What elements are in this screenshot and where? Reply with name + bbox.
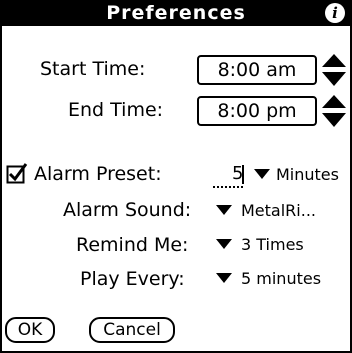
remind-me-label: Remind Me: — [76, 234, 189, 256]
remind-me-dropdown-icon[interactable] — [216, 238, 232, 250]
ok-button[interactable]: OK — [5, 317, 55, 343]
window-title: Preferences — [106, 2, 246, 24]
end-time-field[interactable]: 8:00 pm — [197, 96, 317, 126]
end-time-down-icon[interactable] — [322, 113, 346, 127]
info-icon[interactable]: i — [325, 3, 345, 23]
cancel-button[interactable]: Cancel — [89, 317, 175, 343]
text-cursor — [242, 165, 244, 184]
start-time-stepper[interactable] — [321, 52, 347, 88]
remind-me-value[interactable]: 3 Times — [241, 235, 304, 254]
start-time-label: Start Time: — [40, 58, 146, 80]
play-every-label: Play Every: — [80, 268, 185, 290]
alarm-preset-underline — [213, 186, 243, 188]
alarm-preset-dropdown-icon[interactable] — [254, 168, 270, 180]
alarm-preset-unit[interactable]: Minutes — [276, 165, 339, 184]
end-time-up-icon[interactable] — [322, 95, 346, 108]
end-time-stepper[interactable] — [321, 93, 347, 129]
start-time-down-icon[interactable] — [322, 72, 346, 86]
play-every-dropdown-icon[interactable] — [216, 272, 232, 284]
alarm-sound-dropdown-icon[interactable] — [216, 204, 232, 216]
alarm-sound-value[interactable]: MetalRi... — [241, 201, 316, 220]
title-bar: Preferences i — [2, 0, 350, 26]
alarm-preset-label: Alarm Preset: — [34, 163, 162, 185]
alarm-preset-checkbox[interactable] — [6, 163, 28, 185]
end-time-label: End Time: — [68, 99, 164, 121]
start-time-field[interactable]: 8:00 am — [197, 55, 317, 85]
alarm-sound-label: Alarm Sound: — [63, 199, 192, 221]
play-every-value[interactable]: 5 minutes — [241, 269, 321, 288]
start-time-up-icon[interactable] — [322, 54, 346, 67]
